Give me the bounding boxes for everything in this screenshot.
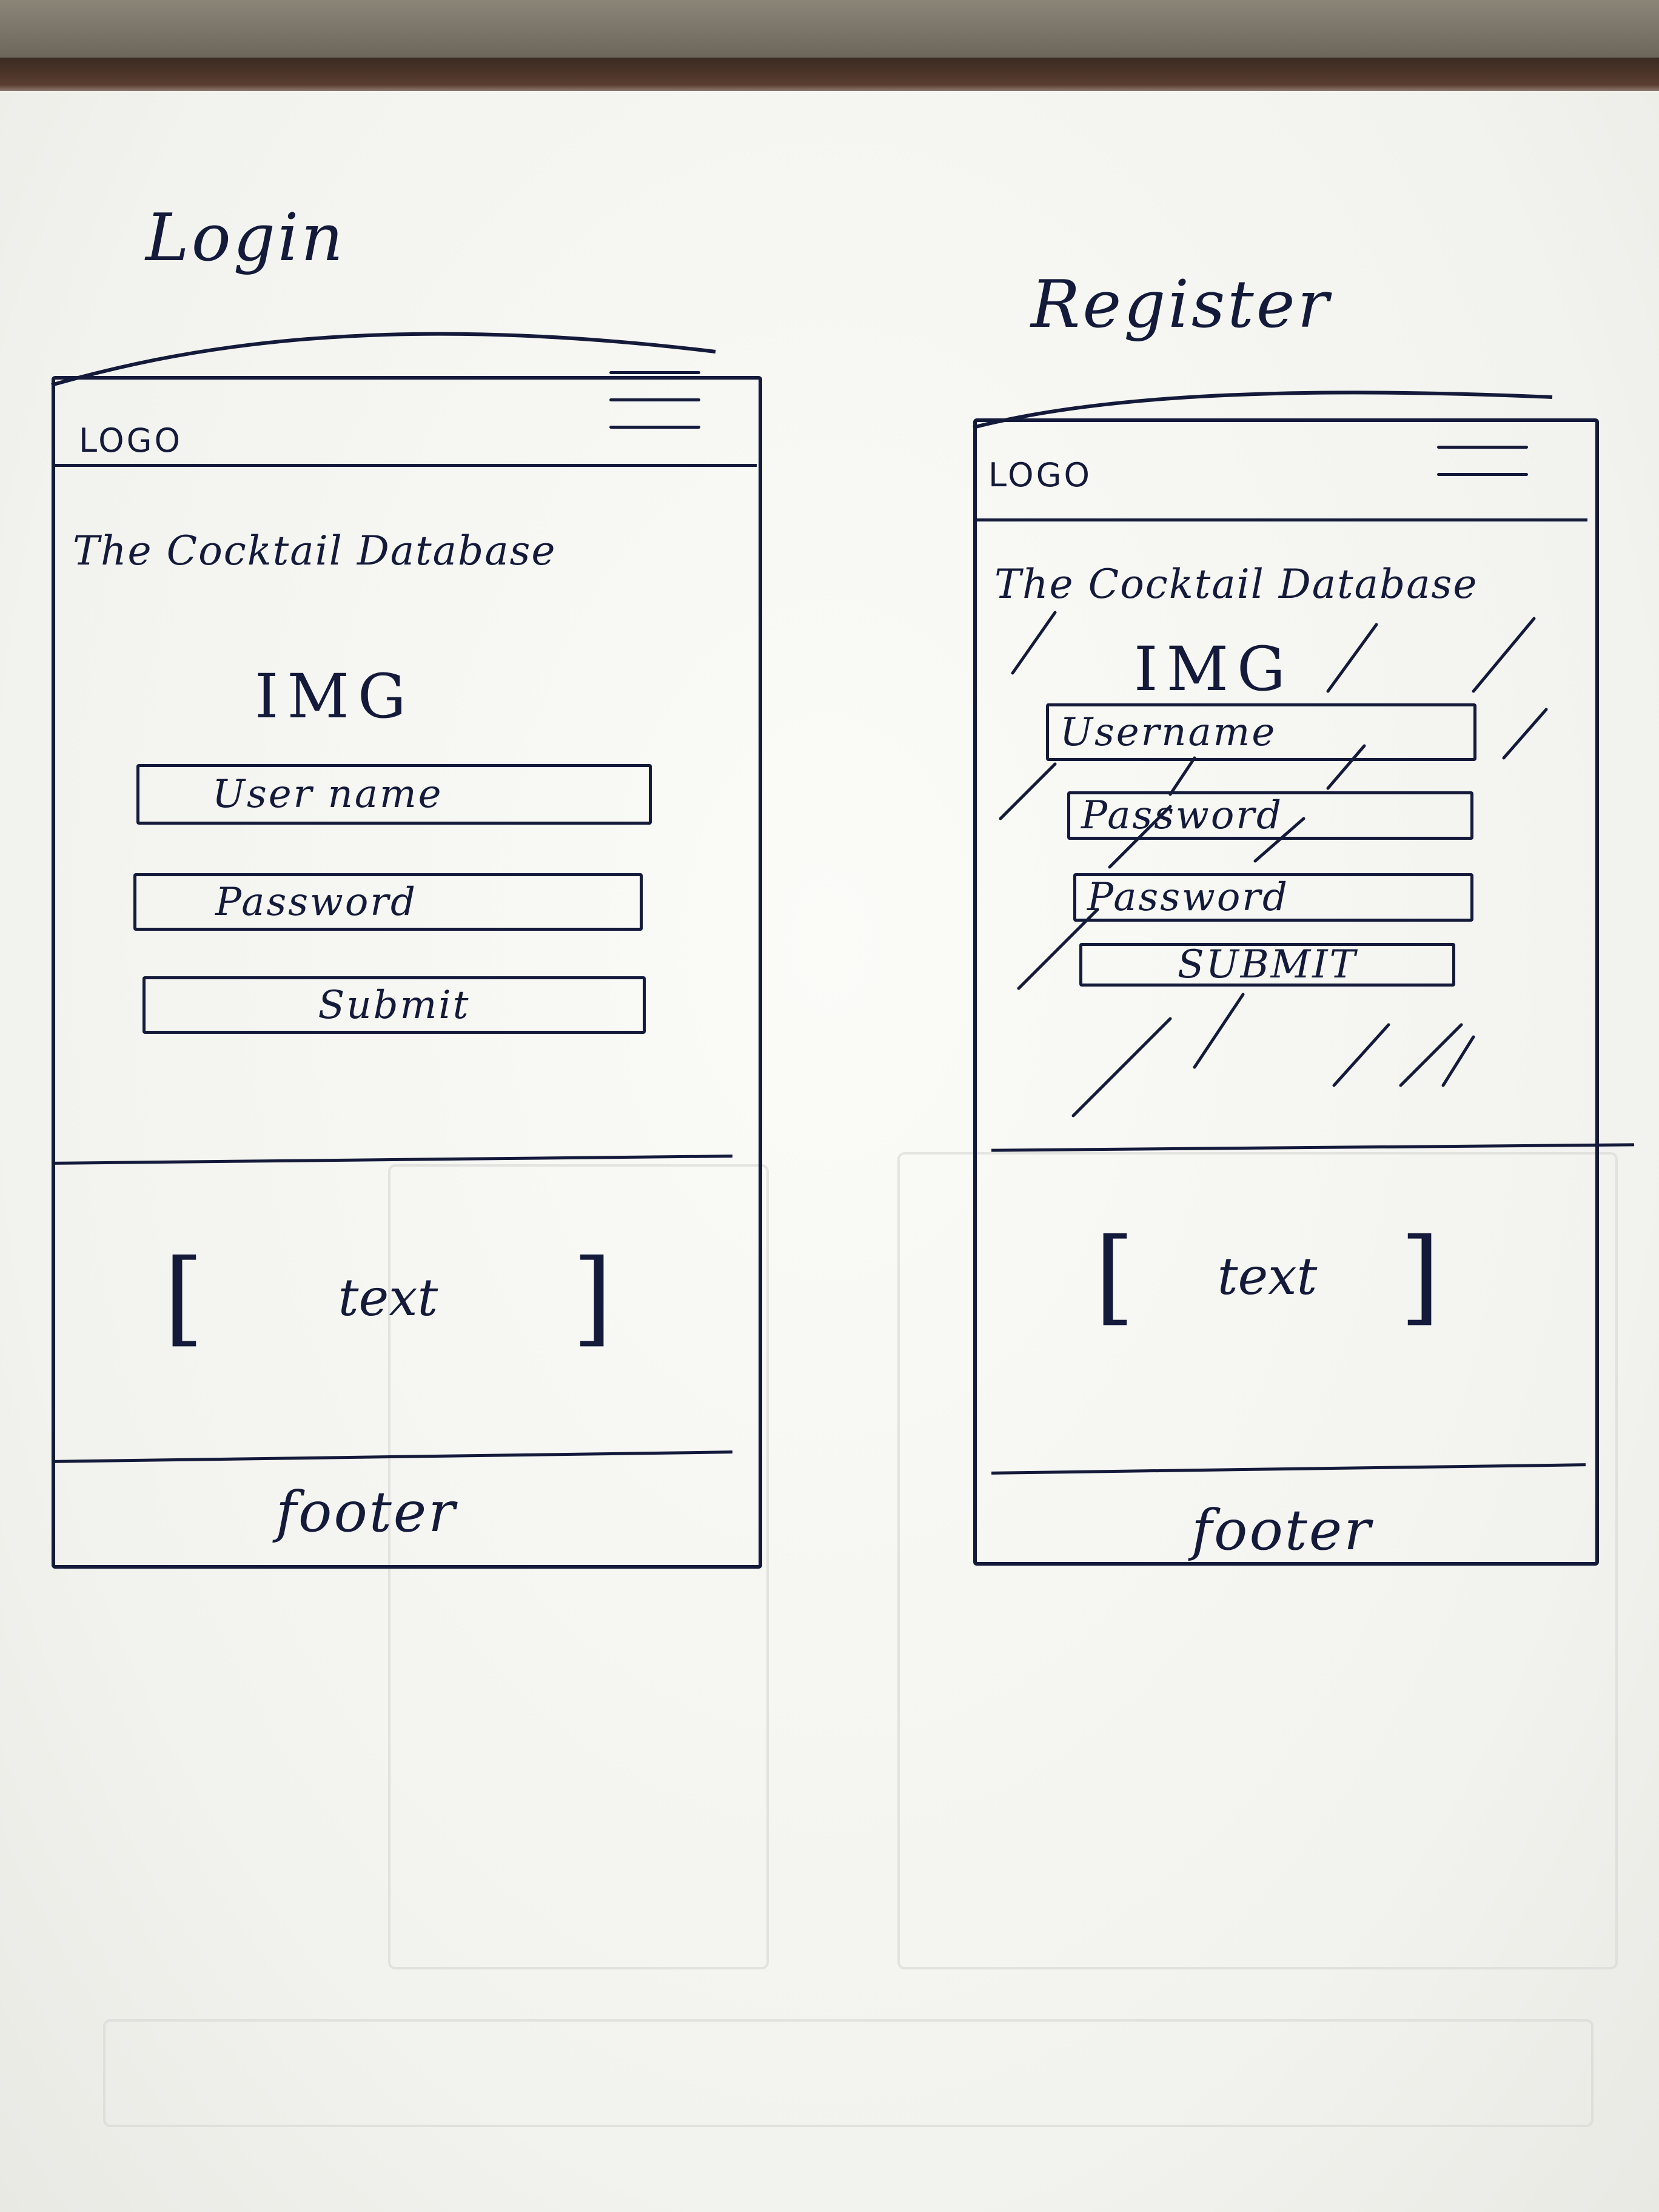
- register-confirm-password-input[interactable]: Password: [1073, 873, 1473, 922]
- login-text-placeholder: text: [338, 1268, 438, 1327]
- login-page-heading: The Cocktail Database: [73, 528, 557, 574]
- login-sketch-title: Login: [146, 200, 346, 276]
- login-submit-button[interactable]: Submit: [142, 976, 646, 1034]
- carpet-background: [0, 0, 1659, 61]
- register-submit-button[interactable]: SUBMIT: [1079, 942, 1455, 987]
- register-menu-icon[interactable]: [1437, 418, 1528, 500]
- login-menu-icon[interactable]: [609, 371, 700, 453]
- login-bracket-open: [: [164, 1238, 204, 1358]
- login-logo: LOGO: [79, 421, 183, 460]
- register-text-placeholder: text: [1217, 1247, 1318, 1306]
- register-header-divider: [975, 518, 1587, 521]
- login-username-input[interactable]: User name: [136, 764, 652, 825]
- login-footer: footer: [276, 1480, 457, 1544]
- register-footer: footer: [1191, 1498, 1373, 1563]
- register-logo: LOGO: [988, 456, 1093, 494]
- login-bracket-close: ]: [572, 1238, 612, 1358]
- login-text-block: [ text ]: [164, 1237, 612, 1358]
- register-bracket-open: [: [1094, 1216, 1135, 1336]
- register-username-input[interactable]: Username: [1046, 703, 1476, 761]
- login-image-placeholder: IMG: [255, 661, 415, 732]
- register-password-input[interactable]: Password: [1067, 791, 1473, 840]
- bleed-through-bar: [103, 2019, 1594, 2127]
- login-header-divider: [53, 464, 757, 467]
- login-password-input[interactable]: Password: [133, 873, 643, 931]
- register-text-block: [ text ]: [1094, 1216, 1440, 1337]
- register-sketch-title: Register: [1031, 267, 1332, 343]
- register-bracket-close: ]: [1399, 1216, 1440, 1336]
- register-image-placeholder: IMG: [1134, 634, 1294, 705]
